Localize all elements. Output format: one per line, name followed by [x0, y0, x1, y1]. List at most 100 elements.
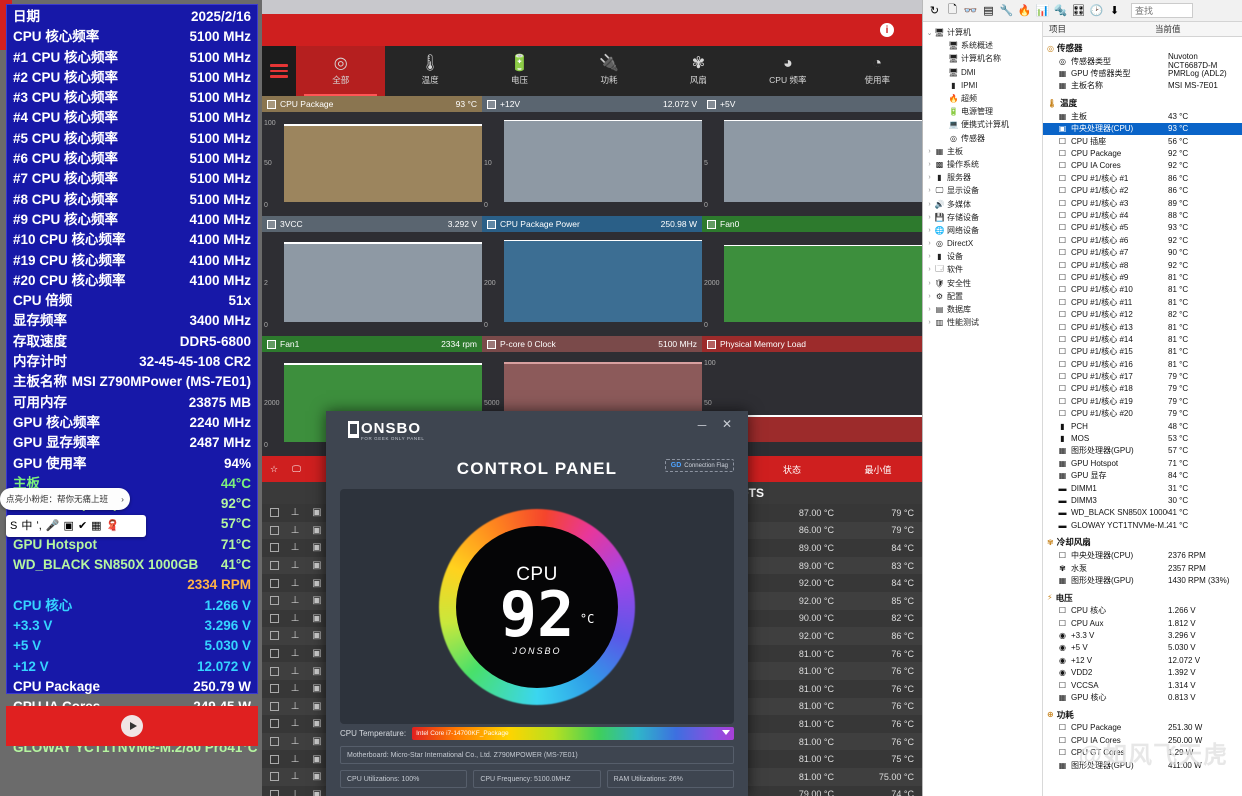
graph-toggle-icon[interactable]: ⊥ — [289, 683, 301, 694]
graph-toggle-icon[interactable]: ⊥ — [289, 560, 301, 571]
sensor-row[interactable]: ☐ CPU #1/核心 #19 79 °C — [1043, 395, 1242, 407]
panel-toggle-icon[interactable]: ▣ — [311, 630, 323, 641]
tree-node[interactable]: › ▩ 操作系统 — [925, 158, 1042, 171]
ime-toolbar[interactable]: S 中 ʻ, 🎤 ▣ ✔ ▦ 🧣 — [6, 515, 146, 537]
menu-hamburger-button[interactable] — [262, 46, 296, 96]
row-checkbox[interactable] — [270, 561, 279, 571]
tree-node[interactable]: 🔋 电源管理 — [925, 105, 1042, 118]
tab-3[interactable]: 🔌 功耗 — [564, 46, 653, 96]
sensor-row[interactable]: ☐ CPU #1/核心 #1 86 °C — [1043, 172, 1242, 184]
toolbar-icon[interactable]: 🗋 — [945, 3, 960, 18]
tab-6[interactable]: ◔ 使用率 — [833, 46, 922, 96]
graph-toggle-icon[interactable]: ⊥ — [289, 613, 301, 624]
sensor-row[interactable]: ☐ 中央处理器(CPU) 2376 RPM — [1043, 549, 1242, 561]
toolbar-icon[interactable]: 👓 — [963, 3, 978, 18]
graph-toggle-icon[interactable]: ⊥ — [289, 542, 301, 553]
sensor-row[interactable]: ▦ 主板 43 °C — [1043, 110, 1242, 122]
graph-toggle-icon[interactable]: ⊥ — [289, 578, 301, 589]
sensor-row[interactable]: ◉ +3.3 V 3.296 V — [1043, 629, 1242, 641]
expand-arrow-icon[interactable]: › — [925, 187, 934, 194]
sensor-row[interactable]: ▦ 主板名称 MSI MS-7E01 — [1043, 80, 1242, 92]
toolbar-icon[interactable]: ▤ — [981, 3, 996, 18]
connection-flag-badge[interactable]: GD Connection Flag — [664, 459, 734, 472]
tree-node[interactable]: › 🌐 网络设备 — [925, 224, 1042, 237]
sensor-graph[interactable]: +5V 5 0 — [702, 96, 922, 216]
row-checkbox[interactable] — [270, 631, 279, 641]
graph-toggle-icon[interactable]: ⊥ — [289, 507, 301, 518]
play-icon[interactable] — [121, 715, 143, 737]
toolbar-icon[interactable]: 🎛 — [1071, 3, 1086, 18]
tree-node[interactable]: › ▥ 性能测试 — [925, 316, 1042, 329]
toolbar-icon[interactable]: 🔧 — [999, 3, 1014, 18]
panel-toggle-icon[interactable]: ▣ — [311, 648, 323, 659]
tree-node[interactable]: › 🗔 软件 — [925, 263, 1042, 276]
toolbar-icon[interactable]: 🔩 — [1053, 3, 1068, 18]
expand-arrow-icon[interactable]: › — [925, 201, 934, 208]
expand-arrow-icon[interactable]: › — [925, 280, 934, 287]
sensor-row[interactable]: ☐ CPU #1/核心 #3 89 °C — [1043, 197, 1242, 209]
minimize-icon[interactable]: － — [696, 417, 708, 434]
expand-arrow-icon[interactable]: › — [925, 306, 934, 313]
row-checkbox[interactable] — [270, 613, 279, 623]
row-checkbox[interactable] — [270, 578, 279, 588]
sensor-row[interactable]: ☐ CPU Package 92 °C — [1043, 147, 1242, 159]
expand-arrow-icon[interactable]: ⌄ — [925, 29, 934, 37]
row-checkbox[interactable] — [270, 525, 279, 535]
tree-node[interactable]: › 🖵 显示设备 — [925, 184, 1042, 197]
sensor-row[interactable]: ▣ 中央处理器(CPU) 93 °C — [1043, 122, 1242, 135]
row-checkbox[interactable] — [270, 754, 279, 764]
sensor-row[interactable]: ▦ 图形处理器(GPU) 411.00 W — [1043, 759, 1242, 771]
tab-2[interactable]: 🔋 电压 — [475, 46, 564, 96]
sensor-row[interactable]: ▬ DIMM1 31 °C — [1043, 482, 1242, 494]
search-input[interactable]: 查找 — [1131, 3, 1193, 18]
ime-icon[interactable]: 🎤 — [46, 520, 60, 532]
tree-node[interactable]: › 🛡 安全性 — [925, 277, 1042, 290]
row-checkbox[interactable] — [270, 789, 279, 796]
sensor-graph[interactable]: CPU Package Power 250.98 W 200 0 — [482, 216, 702, 336]
sensor-row[interactable]: ☐ CPU #1/核心 #4 88 °C — [1043, 209, 1242, 221]
sensor-row[interactable]: ▬ GLOWAY YCT1TNVMe-M.2/...41 °C — [1043, 519, 1242, 531]
panel-toggle-icon[interactable]: ▣ — [311, 736, 323, 747]
sensor-row[interactable]: ☐ CPU #1/核心 #16 81 °C — [1043, 358, 1242, 370]
sensor-row[interactable]: ◉ +12 V 12.072 V — [1043, 654, 1242, 666]
graph-toggle-icon[interactable]: ⊥ — [289, 666, 301, 677]
graph-toggle-icon[interactable]: ⊥ — [289, 525, 301, 536]
sensor-row[interactable]: ☐ CPU #1/核心 #8 92 °C — [1043, 259, 1242, 271]
panel-toggle-icon[interactable]: ▣ — [311, 542, 323, 553]
sensor-row[interactable]: ◎ 传感器类型 Nuvoton NCT6687D-M — [1043, 52, 1242, 70]
graph-toggle-icon[interactable]: ⊥ — [289, 701, 301, 712]
expand-arrow-icon[interactable]: › — [925, 240, 934, 247]
ime-icon[interactable]: 🧣 — [106, 520, 120, 532]
info-icon[interactable]: i — [880, 23, 894, 37]
sensor-row[interactable]: ☐ CPU 核心 1.266 V — [1043, 605, 1242, 617]
sensor-row[interactable]: ☐ CPU GT Cores 1.29 W — [1043, 747, 1242, 759]
sensor-row[interactable]: ▦ GPU 传感器类型 PMRLog (ADL2) — [1043, 67, 1242, 79]
cpu-temperature-select[interactable]: Intel Core i7-14700KF_Package — [412, 727, 734, 740]
panel-toggle-icon[interactable]: ▣ — [311, 613, 323, 624]
panel-toggle-icon[interactable]: ▣ — [311, 595, 323, 606]
sensor-row[interactable]: ☐ CPU #1/核心 #17 79 °C — [1043, 370, 1242, 382]
sensor-row[interactable]: ☐ CPU #1/核心 #10 81 °C — [1043, 284, 1242, 296]
sensor-row[interactable]: ▮ MOS 53 °C — [1043, 432, 1242, 444]
panel-toggle-icon[interactable]: ▣ — [311, 754, 323, 765]
sensor-row[interactable]: ☐ CPU IA Cores 250.00 W — [1043, 734, 1242, 746]
row-checkbox[interactable] — [270, 684, 279, 694]
row-checkbox[interactable] — [270, 737, 279, 747]
sensor-row[interactable]: ☐ CPU #1/核心 #11 81 °C — [1043, 296, 1242, 308]
sensor-row[interactable]: ☐ CPU #1/核心 #7 90 °C — [1043, 246, 1242, 258]
sensor-row[interactable]: ☐ CPU IA Cores 92 °C — [1043, 160, 1242, 172]
sensor-graph[interactable]: +12V 12.072 V 10 0 — [482, 96, 702, 216]
panel-toggle-icon[interactable]: ▣ — [311, 560, 323, 571]
graph-toggle-icon[interactable]: ⊥ — [289, 754, 301, 765]
sensor-row[interactable]: ☐ CPU #1/核心 #12 82 °C — [1043, 308, 1242, 320]
row-checkbox[interactable] — [270, 719, 279, 729]
ime-icon[interactable]: ▦ — [91, 520, 101, 532]
sensor-row[interactable]: ☐ CPU #1/核心 #18 79 °C — [1043, 383, 1242, 395]
panel-toggle-icon[interactable]: ▣ — [311, 666, 323, 677]
tree-node[interactable]: › ▤ 数据库 — [925, 303, 1042, 316]
sensor-graph[interactable]: Fan0 2000 0 — [702, 216, 922, 336]
tree-node[interactable]: › ▮ 设备 — [925, 250, 1042, 263]
favorite-icon[interactable]: ☆ — [270, 464, 278, 475]
sensor-graph[interactable]: CPU Package 93 °C 100 50 0 — [262, 96, 482, 216]
sensor-row[interactable]: ☐ CPU #1/核心 #14 81 °C — [1043, 333, 1242, 345]
